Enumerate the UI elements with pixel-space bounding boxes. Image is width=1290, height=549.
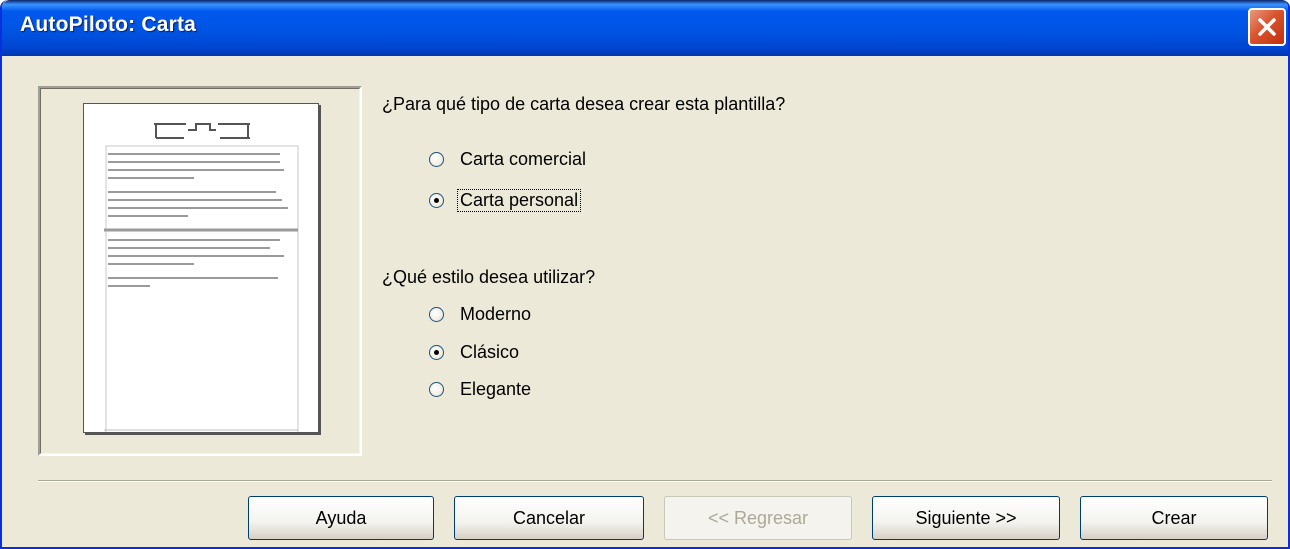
page-preview — [83, 103, 319, 446]
radio-button[interactable] — [429, 306, 444, 322]
title-bar[interactable]: AutoPiloto: Carta — [2, 0, 1288, 56]
cancel-button[interactable]: Cancelar — [454, 496, 644, 540]
next-button[interactable]: Siguiente >> — [872, 496, 1060, 540]
separator — [38, 480, 1272, 482]
radio-button[interactable] — [429, 151, 444, 167]
letter-thumbnail — [104, 123, 299, 446]
radio-elegante[interactable]: Elegante — [429, 376, 533, 402]
template-preview — [38, 86, 362, 456]
create-button[interactable]: Crear — [1080, 496, 1268, 540]
close-icon — [1258, 18, 1276, 36]
close-button[interactable] — [1248, 8, 1286, 46]
radio-label: Clásico — [460, 341, 520, 362]
dialog-window: AutoPiloto: Carta ¿Para qué tipo de cart… — [0, 0, 1290, 549]
window-title: AutoPiloto: Carta — [20, 13, 197, 36]
radio-label: Carta comercial — [460, 148, 587, 169]
radio-button-checked[interactable] — [429, 192, 444, 208]
letter-type-question: ¿Para qué tipo de carta desea crear esta… — [382, 94, 786, 114]
style-question: ¿Qué estilo desea utilizar? — [382, 267, 596, 287]
radio-clasico[interactable]: Clásico — [429, 339, 521, 365]
radio-button[interactable] — [429, 381, 444, 397]
radio-label: Moderno — [460, 303, 532, 324]
back-button[interactable]: << Regresar — [664, 496, 852, 540]
radio-label: Elegante — [460, 378, 532, 399]
help-button[interactable]: Ayuda — [248, 496, 434, 540]
radio-carta-comercial[interactable]: Carta comercial — [429, 146, 588, 172]
letter-logo-icon — [154, 123, 250, 139]
radio-moderno[interactable]: Moderno — [429, 301, 533, 327]
radio-carta-personal[interactable]: Carta personal — [429, 187, 582, 213]
radio-button-checked[interactable] — [429, 344, 444, 360]
radio-label: Carta personal — [456, 188, 582, 212]
